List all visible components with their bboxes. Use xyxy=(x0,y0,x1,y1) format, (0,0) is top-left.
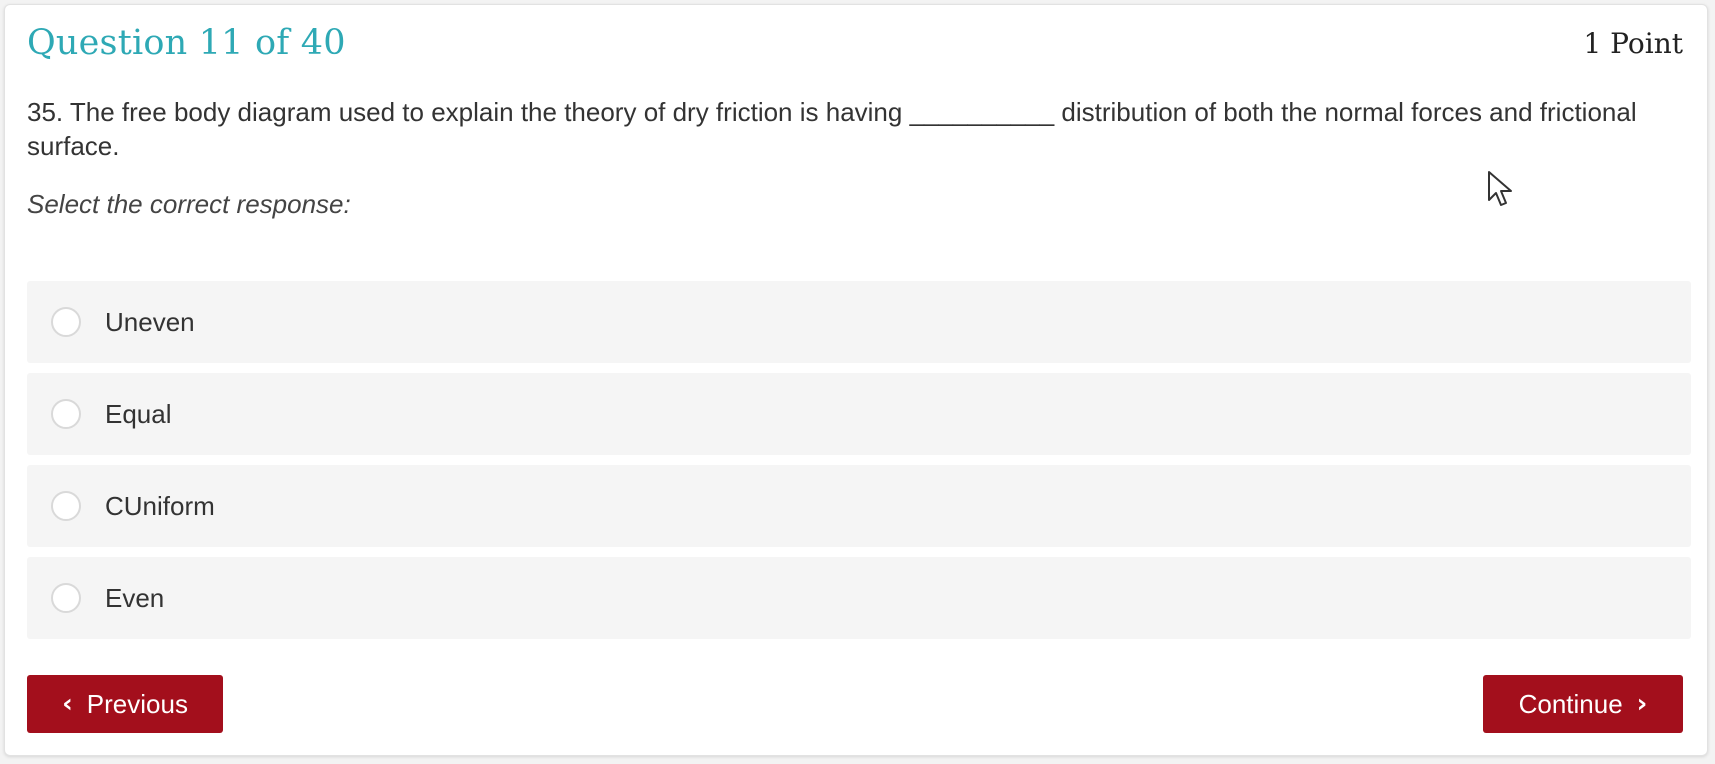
radio-button[interactable] xyxy=(51,583,81,613)
mouse-cursor-icon xyxy=(1488,171,1512,206)
option-equal[interactable]: Equal xyxy=(27,373,1691,455)
continue-button[interactable]: Continue › xyxy=(1483,675,1683,733)
option-uneven[interactable]: Uneven xyxy=(27,281,1691,363)
question-text: 35. The free body diagram used to explai… xyxy=(27,97,1637,161)
option-label: Even xyxy=(105,582,165,613)
previous-button-label: Previous xyxy=(86,688,188,719)
chevron-left-icon: ‹ xyxy=(62,689,73,719)
question-title: Question 11 of 40 xyxy=(27,23,346,63)
question-instruction: Select the correct response: xyxy=(27,189,351,219)
radio-button[interactable] xyxy=(51,491,81,521)
option-label: Equal xyxy=(105,398,172,429)
option-even[interactable]: Even xyxy=(27,557,1691,639)
answer-options: Uneven Equal CUniform Even xyxy=(27,281,1691,649)
previous-button[interactable]: ‹ Previous xyxy=(27,675,223,733)
radio-button[interactable] xyxy=(51,399,81,429)
question-card: Question 11 of 40 1 Point 35. The free b… xyxy=(4,4,1708,756)
chevron-right-icon: › xyxy=(1636,689,1648,719)
continue-button-label: Continue xyxy=(1518,688,1623,719)
radio-button[interactable] xyxy=(51,307,81,337)
option-cuniform[interactable]: CUniform xyxy=(27,465,1691,547)
option-label: CUniform xyxy=(105,490,215,521)
question-points: 1 Point xyxy=(1583,27,1683,60)
option-label: Uneven xyxy=(105,306,195,337)
